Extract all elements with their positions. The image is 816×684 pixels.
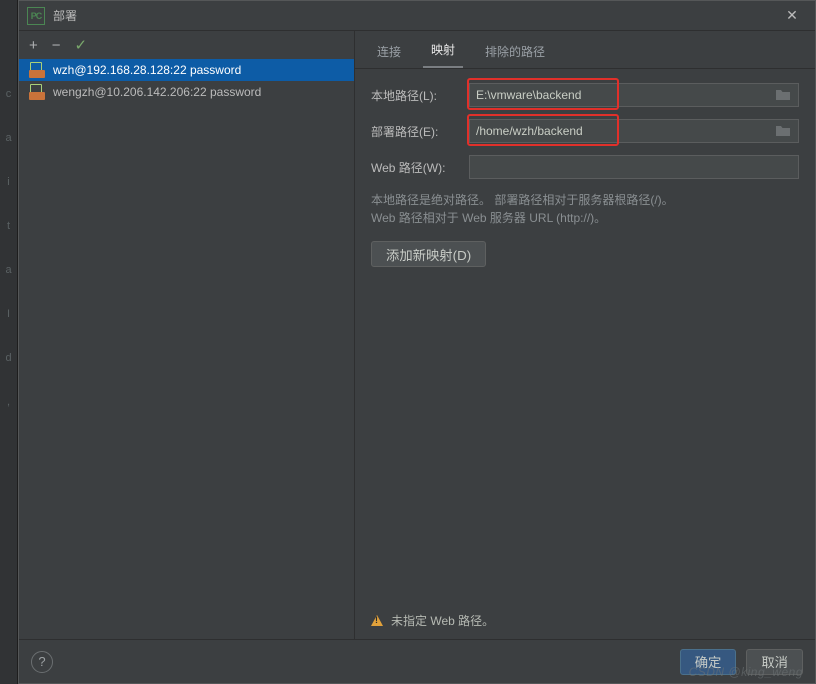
sftp-icon bbox=[29, 62, 45, 78]
warning-bar: 未指定 Web 路径。 bbox=[355, 600, 815, 639]
warning-icon bbox=[371, 615, 383, 626]
server-panel: + − ✓ wzh@192.168.28.128:22 password wen… bbox=[19, 31, 355, 639]
deploy-path-label: 部署路径(E): bbox=[371, 123, 459, 140]
window-title: 部署 bbox=[53, 7, 77, 24]
tab-mapping[interactable]: 映射 bbox=[423, 35, 463, 68]
local-path-label: 本地路径(L): bbox=[371, 87, 459, 104]
server-label: wengzh@10.206.142.206:22 password bbox=[53, 85, 261, 99]
browse-folder-icon[interactable] bbox=[775, 87, 795, 106]
sftp-icon bbox=[29, 84, 45, 100]
local-path-input[interactable] bbox=[469, 83, 799, 107]
titlebar: PC 部署 ✕ bbox=[19, 1, 815, 31]
local-path-row: 本地路径(L): bbox=[371, 83, 799, 107]
settings-panel: 连接 映射 排除的路径 本地路径(L): 部署路径(E): bbox=[355, 31, 815, 639]
add-mapping-button[interactable]: 添加新映射(D) bbox=[371, 241, 486, 267]
server-list: wzh@192.168.28.128:22 password wengzh@10… bbox=[19, 59, 354, 639]
deployment-dialog: PC 部署 ✕ + − ✓ wzh@192.168.28.128:22 pass… bbox=[18, 0, 816, 684]
tab-excluded[interactable]: 排除的路径 bbox=[477, 37, 553, 68]
deploy-path-input[interactable] bbox=[469, 119, 799, 143]
pycharm-icon: PC bbox=[27, 7, 45, 25]
browse-folder-icon[interactable] bbox=[775, 123, 795, 142]
web-path-label: Web 路径(W): bbox=[371, 159, 459, 176]
deploy-path-row: 部署路径(E): bbox=[371, 119, 799, 143]
dialog-footer: ? 确定 取消 CSDN @king_weng bbox=[19, 639, 815, 683]
server-label: wzh@192.168.28.128:22 password bbox=[53, 63, 241, 77]
add-server-button[interactable]: + bbox=[29, 37, 38, 54]
remove-server-button[interactable]: − bbox=[52, 37, 61, 54]
tab-bar: 连接 映射 排除的路径 bbox=[355, 31, 815, 69]
warning-text: 未指定 Web 路径。 bbox=[391, 612, 494, 629]
server-item[interactable]: wengzh@10.206.142.206:22 password bbox=[19, 81, 354, 103]
help-button[interactable]: ? bbox=[31, 651, 53, 673]
tab-connection[interactable]: 连接 bbox=[369, 37, 409, 68]
ok-button[interactable]: 确定 bbox=[680, 649, 737, 675]
web-path-row: Web 路径(W): bbox=[371, 155, 799, 179]
server-toolbar: + − ✓ bbox=[19, 31, 354, 59]
web-path-input[interactable] bbox=[469, 155, 799, 179]
hint-text: 本地路径是绝对路径。 部署路径相对于服务器根路径(/)。 Web 路径相对于 W… bbox=[371, 191, 799, 227]
cancel-button[interactable]: 取消 bbox=[746, 649, 803, 675]
editor-gutter: caitaId, bbox=[0, 0, 18, 684]
close-icon[interactable]: ✕ bbox=[777, 1, 807, 31]
server-item[interactable]: wzh@192.168.28.128:22 password bbox=[19, 59, 354, 81]
confirm-server-button[interactable]: ✓ bbox=[75, 36, 88, 54]
